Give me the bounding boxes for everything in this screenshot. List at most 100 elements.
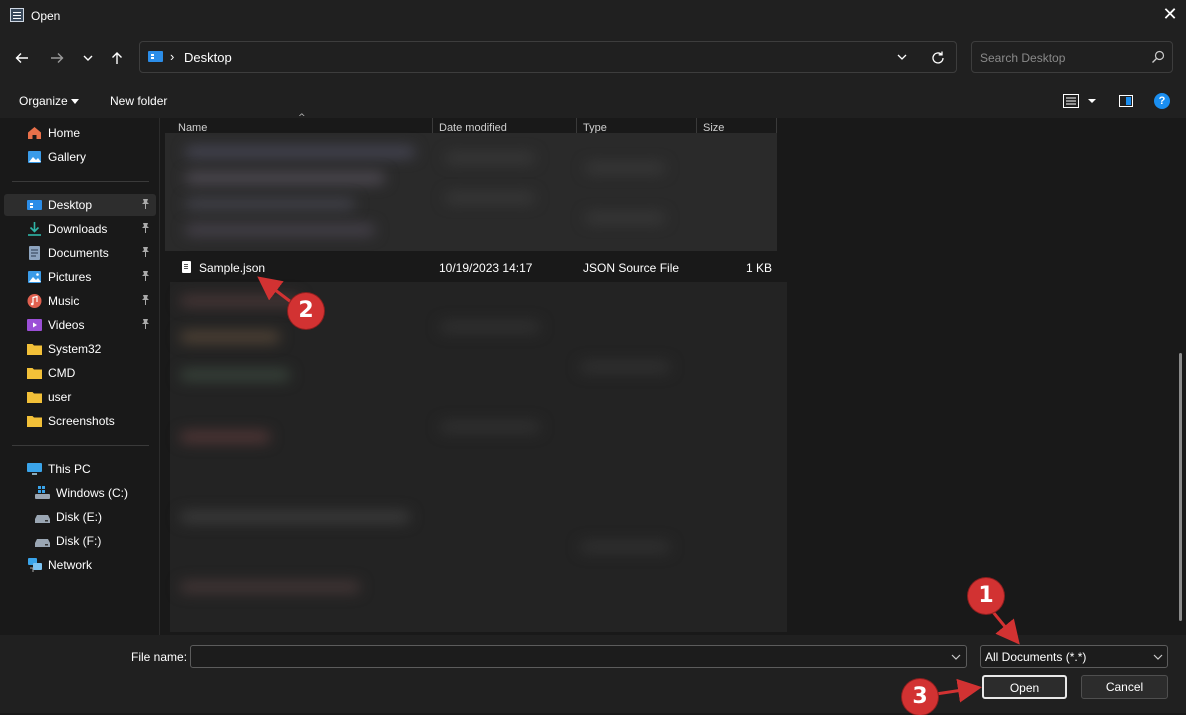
this-pc-icon <box>27 463 42 475</box>
pin-icon <box>142 271 149 281</box>
sidebar-item-user[interactable]: user <box>4 386 156 408</box>
sidebar-item-label: Desktop <box>48 198 93 212</box>
windows-drive-icon <box>35 486 50 499</box>
sidebar-item-label: Downloads <box>48 222 108 236</box>
sidebar-item-this-pc[interactable]: This PC <box>4 458 156 480</box>
address-bar[interactable] <box>139 41 957 73</box>
videos-icon <box>27 319 42 331</box>
sidebar-item-system32[interactable]: System32 <box>4 338 156 360</box>
file-name-chevron-down-icon[interactable] <box>950 651 962 663</box>
sidebar-item-label: Videos <box>48 318 85 332</box>
pin-icon <box>142 223 149 233</box>
preview-pane-icon[interactable] <box>1118 93 1134 109</box>
sidebar-item-label: Windows (C:) <box>56 486 129 500</box>
sidebar-item-label: System32 <box>48 342 102 356</box>
pictures-icon <box>28 271 41 283</box>
sidebar-item-label: user <box>48 390 72 404</box>
sidebar-item-label: Network <box>48 558 93 572</box>
sidebar-item-screenshots[interactable]: Screenshots <box>4 410 156 432</box>
annotation-badge-2: 2 <box>288 293 324 329</box>
up-arrow-icon[interactable] <box>106 47 128 69</box>
sort-ascending-icon: ^ <box>298 113 306 123</box>
sidebar-item-network[interactable]: Network <box>4 554 156 576</box>
sidebar-item-label: This PC <box>48 462 91 476</box>
pin-icon <box>142 319 149 329</box>
breadcrumb-chevron-icon[interactable]: › <box>170 49 174 64</box>
search-icon[interactable] <box>1151 50 1165 64</box>
recent-locations-chevron-down-icon[interactable] <box>77 47 99 69</box>
sidebar-item-cmd[interactable]: CMD <box>4 362 156 384</box>
music-icon <box>27 294 42 308</box>
forward-icon[interactable] <box>46 47 68 69</box>
pin-icon <box>142 295 149 305</box>
search-placeholder: Search Desktop <box>980 51 1066 65</box>
sidebar-separator <box>12 445 149 446</box>
sidebar-item-videos[interactable]: Videos <box>4 314 156 336</box>
file-type-value: All Documents (*.*) <box>985 650 1087 664</box>
organize-caret-down-icon[interactable] <box>71 99 79 104</box>
file-name-input[interactable] <box>190 645 967 668</box>
file-size-cell: 1 KB <box>746 261 773 275</box>
sidebar-item-label: Documents <box>48 246 109 260</box>
new-folder-button[interactable]: New folder <box>110 94 167 108</box>
help-icon[interactable]: ? <box>1154 93 1170 109</box>
sidebar-item-label: Gallery <box>48 150 87 164</box>
file-type-chevron-down-icon[interactable] <box>1152 651 1164 663</box>
file-date-cell: 10/19/2023 14:17 <box>439 261 533 275</box>
sidebar-item-home[interactable]: Home <box>4 122 156 144</box>
scrollbar-thumb[interactable] <box>1179 353 1182 621</box>
annotation-badge-1: 1 <box>968 578 1004 614</box>
open-button[interactable]: Open <box>982 675 1067 699</box>
sidebar-item-downloads[interactable]: Downloads <box>4 218 156 240</box>
gallery-icon <box>28 151 41 163</box>
sidebar-item-label: Disk (F:) <box>56 534 102 548</box>
sidebar-item-disk-f[interactable]: Disk (F:) <box>4 530 156 552</box>
command-bar <box>0 84 1186 118</box>
column-divider[interactable] <box>696 118 697 134</box>
sidebar-item-label: CMD <box>48 366 76 380</box>
sidebar-item-documents[interactable]: Documents <box>4 242 156 264</box>
blurred-file-rows <box>165 133 777 251</box>
close-icon[interactable]: ✕ <box>1160 4 1180 26</box>
column-divider[interactable] <box>776 118 777 134</box>
annotation-badge-3: 3 <box>902 679 938 715</box>
sidebar-item-label: Music <box>48 294 80 308</box>
file-name-cell[interactable]: Sample.json <box>199 261 265 275</box>
folder-icon <box>27 344 42 355</box>
organize-button[interactable]: Organize <box>19 94 68 108</box>
documents-icon <box>29 246 40 260</box>
refresh-icon[interactable] <box>930 50 946 66</box>
desktop-icon <box>148 51 163 62</box>
change-view-button[interactable] <box>1062 93 1102 109</box>
sidebar-item-desktop[interactable]: Desktop <box>4 194 156 216</box>
sidebar-item-music[interactable]: Music <box>4 290 156 312</box>
pin-icon <box>142 247 149 257</box>
blurred-file-rows <box>170 282 787 632</box>
column-divider[interactable] <box>432 118 433 134</box>
cancel-button[interactable]: Cancel <box>1081 675 1168 699</box>
address-dropdown-chevron-down-icon[interactable] <box>895 50 909 64</box>
sidebar-item-label: Screenshots <box>48 414 115 428</box>
disk-drive-icon <box>35 515 50 523</box>
sidebar-item-gallery[interactable]: Gallery <box>4 146 156 168</box>
sidebar-item-pictures[interactable]: Pictures <box>4 266 156 288</box>
disk-drive-icon <box>35 539 50 547</box>
sidebar-item-label: Pictures <box>48 270 92 284</box>
title-bar <box>0 0 1186 32</box>
sidebar-item-label: Home <box>48 126 81 140</box>
folder-icon <box>27 416 42 427</box>
sidebar-item-windows-c[interactable]: Windows (C:) <box>4 482 156 504</box>
back-icon[interactable] <box>11 47 33 69</box>
breadcrumb-desktop[interactable]: Desktop <box>184 50 232 65</box>
window-title: Open <box>31 9 61 23</box>
file-name-label: File name: <box>131 650 188 664</box>
desktop-icon <box>27 200 42 210</box>
file-type-cell: JSON Source File <box>583 261 680 275</box>
pin-icon <box>142 199 149 209</box>
folder-icon <box>27 392 42 403</box>
json-file-icon <box>182 261 191 273</box>
column-divider[interactable] <box>576 118 577 134</box>
downloads-icon <box>28 222 41 236</box>
home-icon <box>28 127 41 139</box>
sidebar-item-disk-e[interactable]: Disk (E:) <box>4 506 156 528</box>
